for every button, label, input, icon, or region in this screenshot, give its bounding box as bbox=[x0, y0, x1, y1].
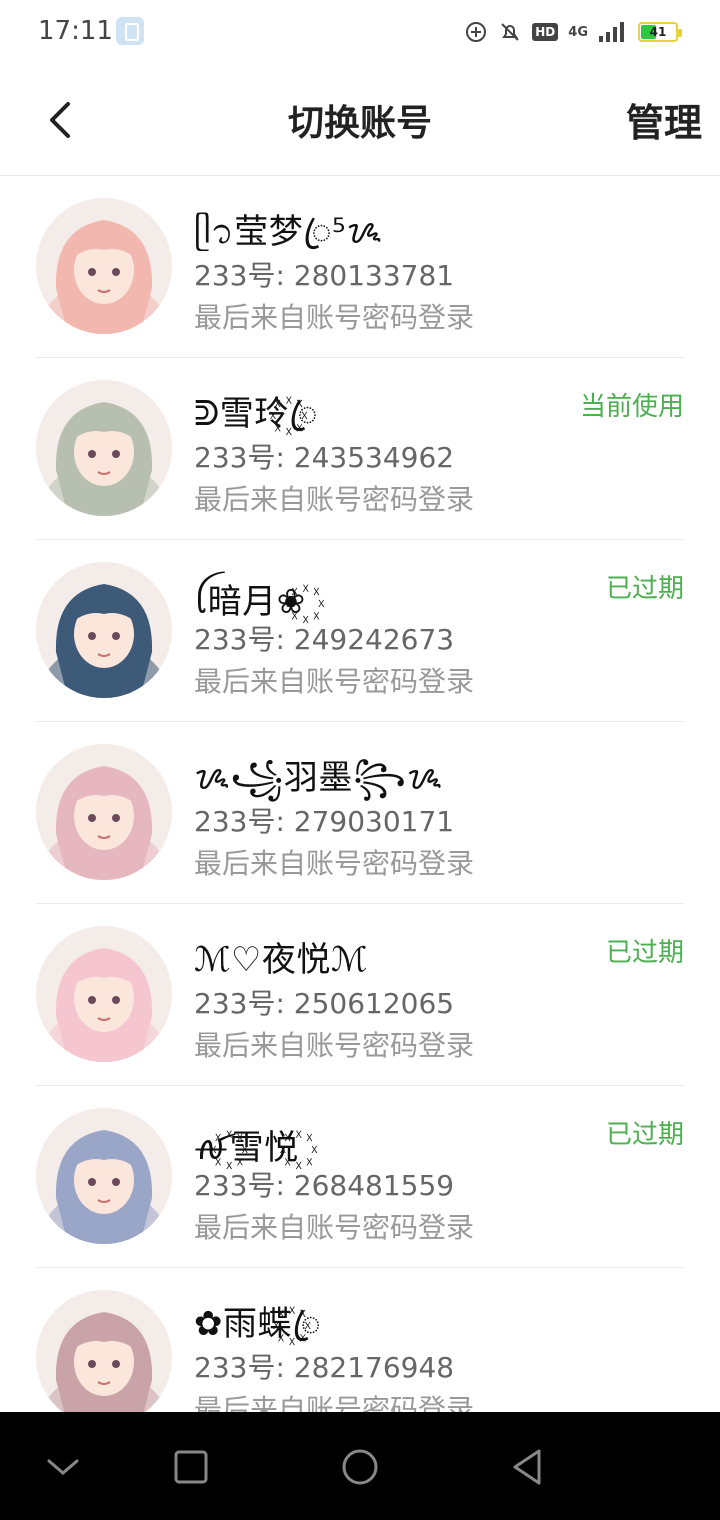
app-notification-icon bbox=[116, 17, 144, 45]
account-id: 233号: 250612065 bbox=[194, 987, 455, 1020]
login-source: 最后来自账号密码登录 bbox=[194, 483, 475, 516]
status-badge: 已过期 bbox=[605, 1120, 684, 1150]
account-item[interactable]: ꪶ暗月❀꙰ 233号: 249242673 最后来自账号密码登录 已过期 bbox=[0, 540, 720, 722]
avatar-image bbox=[36, 380, 172, 516]
account-nickname: ℳ♡夜悦ℳ bbox=[194, 940, 368, 980]
nav-collapse-button[interactable] bbox=[38, 1442, 88, 1492]
login-source: 最后来自账号密码登录 bbox=[194, 301, 475, 334]
status-badge: 当前使用 bbox=[579, 392, 684, 422]
account-item[interactable]: ꫛ꙰雪悦꙰ 233号: 268481559 最后来自账号密码登录 已过期 bbox=[0, 1086, 720, 1268]
avatar-image bbox=[36, 926, 172, 1062]
manage-button[interactable]: 管理 bbox=[626, 92, 702, 147]
account-id: 233号: 282176948 bbox=[194, 1351, 455, 1384]
account-id: 233号: 249242673 bbox=[194, 623, 455, 656]
page-title: 切换账号 bbox=[287, 103, 432, 144]
avatar bbox=[36, 380, 172, 516]
network-type: 4G bbox=[568, 24, 588, 40]
avatar-image bbox=[36, 562, 172, 698]
nav-recent-button[interactable] bbox=[166, 1442, 216, 1492]
circle-icon bbox=[342, 1449, 378, 1485]
account-item[interactable]: ℳ♡夜悦ℳ 233号: 250612065 最后来自账号密码登录 已过期 bbox=[0, 904, 720, 1086]
account-id: 233号: 243534962 bbox=[194, 441, 455, 474]
signal-icon bbox=[598, 21, 628, 43]
account-item[interactable]: ᕲ雪玲꙰ꦿ 233号: 243534962 最后来自账号密码登录 当前使用 bbox=[0, 358, 720, 540]
triangle-back-icon bbox=[513, 1449, 541, 1485]
status-badge: 已过期 bbox=[605, 574, 684, 604]
login-source: 最后来自账号密码登录 bbox=[194, 1211, 475, 1244]
account-id: 233号: 280133781 bbox=[194, 259, 455, 292]
header: 切换账号 管理 bbox=[0, 64, 720, 176]
avatar bbox=[36, 198, 172, 334]
avatar-image bbox=[36, 1290, 172, 1426]
add-circle-icon bbox=[464, 20, 488, 44]
nav-home-button[interactable] bbox=[335, 1442, 385, 1492]
status-icons: HD 4G 41 bbox=[464, 18, 682, 46]
status-bar: 17:11 HD 4G 41 bbox=[0, 0, 720, 64]
account-id: 233号: 279030171 bbox=[194, 805, 455, 838]
navigation-bar bbox=[0, 1412, 720, 1520]
account-item[interactable]: ᥫ᭡莹梦ꦿ⁵ᝰ 233号: 280133781 最后来自账号密码登录 bbox=[0, 176, 720, 358]
battery-level: 41 bbox=[649, 25, 667, 39]
avatar bbox=[36, 744, 172, 880]
bell-off-icon bbox=[498, 20, 522, 44]
square-icon bbox=[174, 1450, 208, 1484]
battery-icon: 41 bbox=[638, 22, 682, 42]
avatar-image bbox=[36, 744, 172, 880]
chevron-down-icon bbox=[47, 1459, 79, 1475]
avatar-image bbox=[36, 1108, 172, 1244]
status-badge: 已过期 bbox=[605, 938, 684, 968]
avatar bbox=[36, 562, 172, 698]
avatar-image bbox=[36, 198, 172, 334]
login-source: 最后来自账号密码登录 bbox=[194, 847, 475, 880]
avatar bbox=[36, 1108, 172, 1244]
account-id: 233号: 268481559 bbox=[194, 1169, 455, 1202]
avatar bbox=[36, 926, 172, 1062]
login-source: 最后来自账号密码登录 bbox=[194, 665, 475, 698]
account-list: ᥫ᭡莹梦ꦿ⁵ᝰ 233号: 280133781 最后来自账号密码登录 ᕲ雪玲꙰ꦿ 233… bbox=[0, 176, 720, 1450]
status-time: 17:11 bbox=[38, 16, 113, 46]
account-item[interactable]: ᝰ꧁羽墨꧂ᝰ 233号: 279030171 最后来自账号密码登录 bbox=[0, 722, 720, 904]
login-source: 最后来自账号密码登录 bbox=[194, 1029, 475, 1062]
nav-back-button[interactable] bbox=[502, 1442, 552, 1492]
avatar bbox=[36, 1290, 172, 1426]
hd-badge: HD bbox=[532, 23, 559, 41]
